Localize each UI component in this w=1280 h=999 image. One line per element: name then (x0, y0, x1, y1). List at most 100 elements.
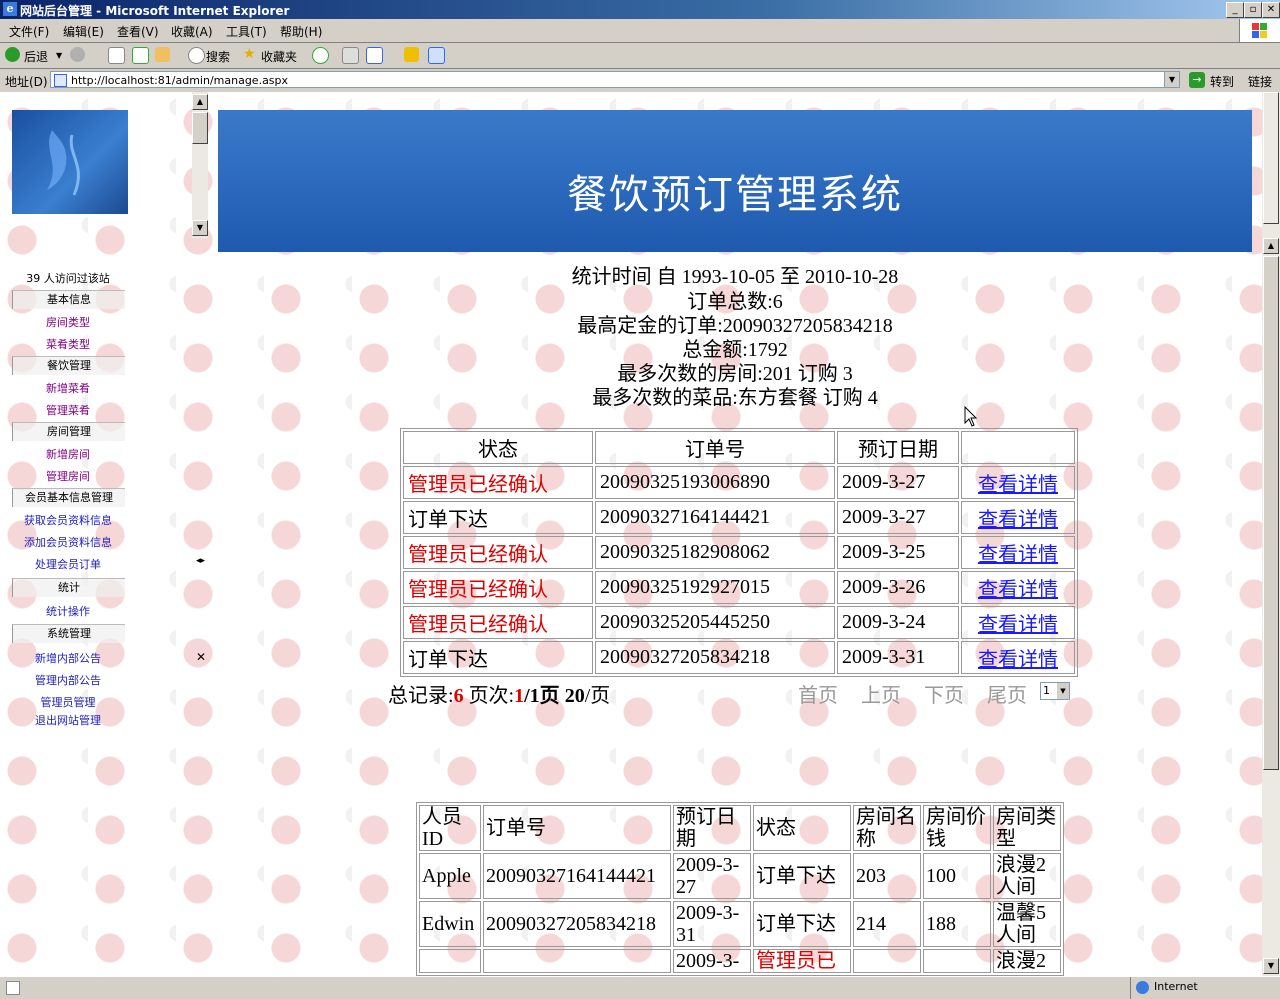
back-dropdown-icon[interactable]: ▼ (56, 51, 62, 60)
links-button[interactable]: 链接 (1248, 73, 1272, 90)
sidebar-section-basic-info[interactable]: 基本信息 (12, 290, 125, 309)
pager-current-page: 1 (514, 685, 525, 707)
research-icon[interactable] (428, 47, 445, 64)
pager-last[interactable]: 尾页 (987, 679, 1027, 708)
sidebar-section-members[interactable]: 会员基本信息管理 (12, 488, 125, 507)
search-button[interactable]: 搜索 (206, 48, 230, 65)
column-header-room-type: 房间类型 (993, 805, 1061, 851)
page-scrollbar[interactable]: ▲ ▼ (1262, 92, 1280, 976)
back-arrow-icon[interactable] (5, 47, 20, 62)
sidebar-item-add-notice[interactable]: 新增内部公告 (12, 650, 124, 666)
scroll-thumb[interactable] (1263, 256, 1279, 770)
scroll-down-icon[interactable]: ▼ (1263, 958, 1279, 974)
scroll-up-icon[interactable]: ▲ (1263, 238, 1279, 254)
address-bar: 地址(D) http://localhost:81/admin/manage.a… (0, 69, 1280, 93)
favorites-star-icon[interactable]: ★ (243, 46, 256, 62)
view-details-link[interactable]: 查看详情 (978, 509, 1058, 531)
sidebar-item-admin-manage[interactable]: 管理员管理 (12, 694, 124, 710)
menu-help[interactable]: 帮助(H) (280, 23, 322, 40)
menu-file[interactable]: 文件(F) (9, 23, 49, 40)
close-icon[interactable]: ✕ (196, 650, 206, 664)
sidebar-item-add-dish[interactable]: 新增菜肴 (12, 380, 124, 396)
refresh-icon[interactable] (132, 47, 149, 64)
sidebar-item-stat-operations[interactable]: 统计操作 (12, 603, 124, 619)
back-button[interactable]: 后退 (24, 48, 48, 65)
stop-icon[interactable] (108, 47, 125, 64)
menu-tools[interactable]: 工具(T) (226, 23, 267, 40)
minimize-button[interactable]: _ (1226, 2, 1244, 18)
frame-toggle-icon[interactable]: ◂▸ (196, 556, 205, 566)
member-room: 214 (853, 901, 921, 947)
sidebar-item-dish-types[interactable]: 菜肴类型 (12, 336, 124, 352)
scroll-up-icon[interactable]: ▲ (192, 94, 208, 110)
address-input[interactable]: http://localhost:81/admin/manage.aspx (50, 71, 1180, 88)
view-details-link[interactable]: 查看详情 (978, 649, 1058, 671)
search-icon[interactable] (188, 47, 205, 64)
address-label: 地址(D) (5, 75, 48, 89)
table-row: 管理员已经确认 20090325182908062 2009-3-25 查看详情 (403, 536, 1075, 569)
maximize-button[interactable]: ▫ (1244, 2, 1262, 18)
forward-arrow-icon[interactable] (70, 47, 85, 62)
column-header-action (961, 431, 1075, 464)
address-dropdown-icon[interactable]: ▼ (1164, 71, 1180, 88)
sidebar-item-add-room[interactable]: 新增房间 (12, 446, 124, 462)
column-header-status: 状态 (753, 805, 851, 851)
member-price: 100 (923, 853, 991, 899)
pager-prev[interactable]: 上页 (861, 679, 901, 708)
history-icon[interactable] (312, 47, 329, 64)
print-icon[interactable] (342, 47, 359, 64)
scroll-thumb[interactable] (192, 112, 208, 144)
edit-icon[interactable] (366, 47, 383, 64)
upper-frame-scrollbar[interactable] (1263, 92, 1279, 224)
member-room-type: 温馨5人间 (993, 901, 1061, 947)
sidebar-item-room-types[interactable]: 房间类型 (12, 314, 124, 330)
ie-icon: e (3, 2, 17, 16)
sidebar-item-manage-room[interactable]: 管理房间 (12, 468, 124, 484)
scroll-down-icon[interactable]: ▼ (192, 220, 208, 236)
member-status: 管理员已 (753, 949, 851, 973)
view-details-link[interactable]: 查看详情 (978, 579, 1058, 601)
sidebar-section-rooms[interactable]: 房间管理 (12, 422, 125, 441)
close-button[interactable]: ✕ (1262, 2, 1280, 18)
home-icon[interactable] (155, 47, 170, 62)
menu-view[interactable]: 查看(V) (117, 23, 159, 40)
status-bar: Internet (0, 976, 1280, 999)
pager-first[interactable]: 首页 (798, 679, 838, 708)
left-nav-frame: ▲ ▼ 39 人访问过该站 基本信息 房间类型 菜肴类型 餐饮管理 新增菜肴 管… (0, 92, 212, 976)
sidebar-section-statistics[interactable]: 统计 (12, 578, 125, 597)
sidebar-item-logout[interactable]: 退出网站管理 (12, 712, 124, 728)
table-row: 管理员已经确认 20090325193006890 2009-3-27 查看详情 (403, 466, 1075, 499)
member-room-type: 浪漫2人间 (993, 853, 1061, 899)
go-arrow-icon[interactable]: → (1189, 72, 1205, 88)
sidebar-item-get-member-info[interactable]: 获取会员资料信息 (12, 512, 124, 528)
order-date: 2009-3-26 (837, 571, 959, 604)
page-select[interactable]: 1 ▼ (1040, 682, 1070, 700)
order-status: 管理员已经确认 (403, 571, 593, 604)
go-button[interactable]: 转到 (1210, 73, 1234, 90)
chevron-down-icon[interactable]: ▼ (1057, 683, 1069, 699)
order-date: 2009-3-24 (837, 606, 959, 639)
sidebar-section-dining[interactable]: 餐饮管理 (12, 356, 125, 375)
view-details-link[interactable]: 查看详情 (978, 544, 1058, 566)
pager-size: 20 (564, 685, 585, 707)
menu-favorites[interactable]: 收藏(A) (171, 23, 213, 40)
order-date: 2009-3-27 (837, 501, 959, 534)
member-date: 2009-3- (673, 949, 751, 973)
pager-next[interactable]: 下页 (924, 679, 964, 708)
table-row: Apple 20090327164144421 2009-3-27 订单下达 2… (419, 853, 1061, 899)
favorites-button[interactable]: 收藏夹 (261, 48, 297, 65)
view-details-link[interactable]: 查看详情 (978, 474, 1058, 496)
sidebar-item-add-member-info[interactable]: 添加会员资料信息 (12, 534, 124, 550)
sidebar-section-system[interactable]: 系统管理 (12, 624, 125, 643)
sidebar-item-process-orders[interactable]: 处理会员订单 (12, 556, 124, 572)
view-details-link[interactable]: 查看详情 (978, 614, 1058, 636)
left-frame-scrollbar[interactable]: ▲ ▼ (192, 92, 208, 238)
window-titlebar: e 网站后台管理 - Microsoft Internet Explorer _… (0, 0, 1280, 19)
sidebar-item-manage-dish[interactable]: 管理菜肴 (12, 402, 124, 418)
sidebar-item-manage-notice[interactable]: 管理内部公告 (12, 672, 124, 688)
page-icon (54, 74, 67, 87)
messenger-icon[interactable] (404, 47, 419, 62)
stat-top-dish: 最多次数的菜品:东方套餐 订购 4 (592, 387, 878, 409)
menu-edit[interactable]: 编辑(E) (63, 23, 104, 40)
order-id: 20090327164144421 (595, 501, 835, 534)
